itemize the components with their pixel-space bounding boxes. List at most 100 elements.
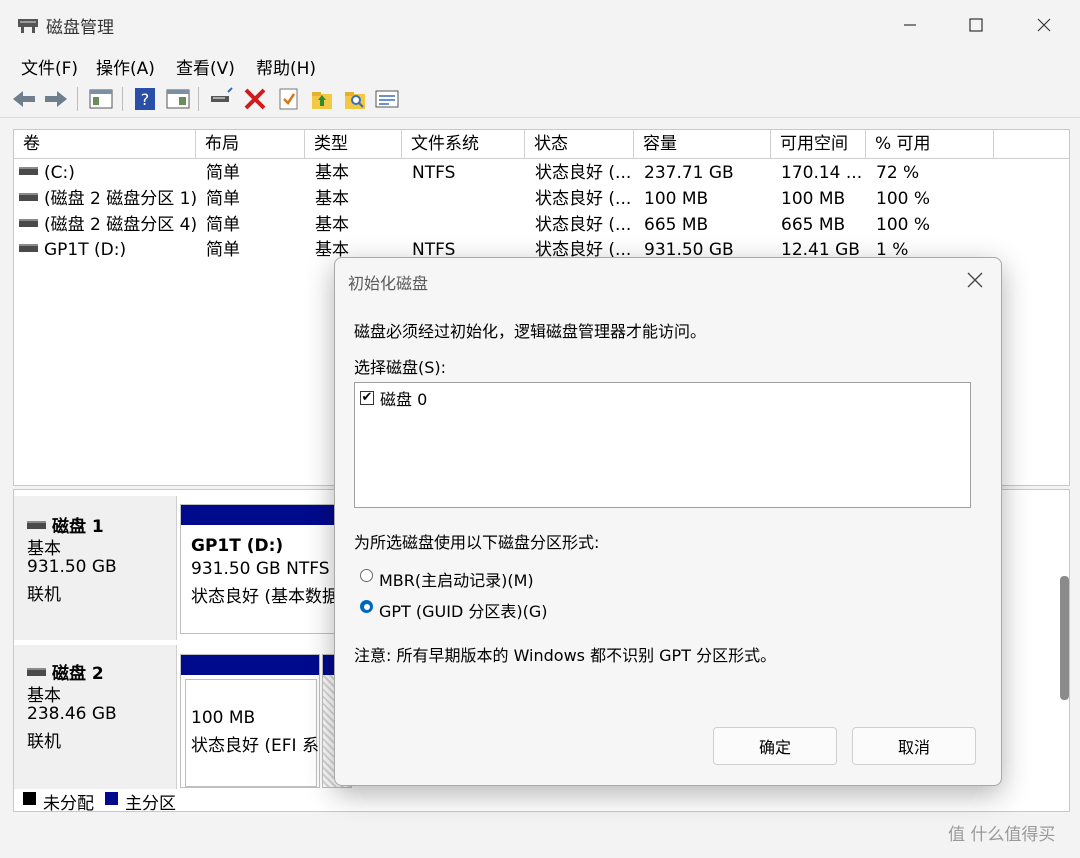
gpt-option-label: GPT (GUID 分区表)(G) — [379, 602, 548, 621]
list-item[interactable]: ✔ 磁盘 0 — [355, 383, 970, 411]
maximize-icon — [969, 18, 983, 32]
disk-size: 238.46 GB — [27, 704, 117, 724]
column-header-type[interactable]: 类型 — [305, 130, 402, 159]
column-header-volume[interactable]: 卷 — [14, 130, 196, 159]
disk-type: 基本 — [27, 686, 61, 706]
maximize-button[interactable] — [942, 0, 1010, 50]
gpt-radio[interactable] — [360, 600, 373, 613]
layout-cell: 简单 — [206, 240, 240, 260]
gpt-option[interactable]: GPT (GUID 分区表)(G) — [354, 595, 614, 621]
mbr-radio[interactable] — [360, 569, 373, 582]
toolbar-separator — [77, 87, 78, 111]
column-header-percent-free[interactable]: % 可用 — [866, 130, 994, 159]
title-bar: 磁盘管理 — [0, 0, 1080, 50]
unallocated-swatch — [23, 792, 36, 805]
cancel-button[interactable]: 取消 — [852, 727, 976, 765]
menu-file[interactable]: 文件(F) — [21, 54, 78, 79]
percent-free-cell: 72 % — [876, 163, 920, 183]
drive-icon — [19, 167, 38, 175]
initialize-disk-dialog: 初始化磁盘 磁盘必须经过初始化，逻辑磁盘管理器才能访问。 选择磁盘(S): ✔ … — [334, 257, 1002, 786]
legend-primary: 主分区 — [125, 794, 176, 814]
toolbar-separator — [198, 87, 199, 111]
filesystem-cell: NTFS — [412, 163, 456, 183]
close-button[interactable] — [1010, 0, 1078, 50]
layout-cell: 简单 — [206, 215, 240, 235]
column-header-status[interactable]: 状态 — [525, 130, 634, 159]
disk-status: 联机 — [27, 732, 61, 752]
partition-efi[interactable]: 100 MB 状态良好 (EFI 系 — [180, 654, 320, 788]
disk-item-label: 磁盘 0 — [380, 390, 428, 409]
column-header-empty — [994, 130, 1069, 159]
status-cell: 状态良好 (... — [535, 163, 632, 183]
volume-cell: (磁盘 2 磁盘分区 1) — [19, 186, 196, 212]
disk-checkbox[interactable]: ✔ — [360, 391, 374, 405]
type-cell: 基本 — [315, 163, 349, 183]
toolbar: ? — [0, 81, 1080, 118]
disk-management-icon — [18, 19, 38, 33]
column-header-free-space[interactable]: 可用空间 — [771, 130, 866, 159]
mbr-option[interactable]: MBR(主启动记录)(M) — [354, 564, 614, 590]
disk-2-info[interactable]: 磁盘 2 基本 238.46 GB 联机 — [14, 645, 177, 790]
dialog-note: 注意: 所有早期版本的 Windows 都不识别 GPT 分区形式。 — [354, 646, 777, 665]
drive-icon — [19, 219, 38, 227]
vertical-scrollbar[interactable] — [1058, 490, 1069, 790]
volume-cell: GP1T (D:) — [19, 237, 196, 263]
minimize-icon — [904, 24, 916, 26]
legend: 未分配 主分区 — [13, 789, 1070, 814]
radio-dot — [363, 603, 370, 610]
check-icon[interactable] — [276, 86, 302, 112]
free-space-cell: 100 MB — [781, 189, 846, 209]
list-view-icon[interactable] — [374, 86, 400, 112]
drive-icon — [19, 244, 38, 252]
connect-icon[interactable] — [208, 86, 234, 112]
menu-help[interactable]: 帮助(H) — [256, 54, 316, 79]
volume-cell: (磁盘 2 磁盘分区 4) — [19, 212, 196, 238]
window-title: 磁盘管理 — [46, 18, 114, 38]
search-folder-icon[interactable] — [342, 86, 368, 112]
close-icon[interactable] — [965, 270, 985, 290]
menu-view[interactable]: 查看(V) — [176, 54, 235, 79]
menu-bar: 文件(F) 操作(A) 查看(V) 帮助(H) — [0, 50, 1080, 80]
back-icon[interactable] — [11, 86, 37, 112]
free-space-cell: 665 MB — [781, 215, 846, 235]
delete-icon[interactable] — [242, 86, 268, 112]
free-space-cell: 170.14 ... — [781, 163, 863, 183]
column-header-capacity[interactable]: 容量 — [634, 130, 771, 159]
disk-status: 联机 — [27, 585, 61, 605]
ok-button[interactable]: 确定 — [713, 727, 837, 765]
show-hide-console-tree-icon[interactable] — [88, 86, 114, 112]
partition-title: GP1T (D:) — [191, 536, 284, 556]
legend-unallocated: 未分配 — [43, 794, 94, 814]
disk-select-list[interactable]: ✔ 磁盘 0 — [354, 382, 971, 508]
layout-cell: 简单 — [206, 189, 240, 209]
column-header-layout[interactable]: 布局 — [196, 130, 305, 159]
status-cell: 状态良好 (... — [535, 189, 632, 209]
watermark: 值 什么值得买 — [948, 825, 1056, 845]
forward-icon[interactable] — [43, 86, 69, 112]
disk-1-info[interactable]: 磁盘 1 基本 931.50 GB 联机 — [14, 496, 177, 640]
drive-icon — [27, 521, 46, 529]
type-cell: 基本 — [315, 215, 349, 235]
properties-icon[interactable] — [165, 86, 191, 112]
capacity-cell: 100 MB — [644, 189, 709, 209]
percent-free-cell: 100 % — [876, 215, 931, 235]
menu-action[interactable]: 操作(A) — [96, 54, 155, 79]
help-icon[interactable]: ? — [132, 86, 158, 112]
dialog-title: 初始化磁盘 — [348, 274, 429, 293]
partition-status: 状态良好 (EFI 系 — [191, 736, 319, 756]
svg-text:?: ? — [141, 90, 150, 109]
scrollbar-thumb[interactable] — [1060, 576, 1069, 700]
partition-status: 状态良好 (基本数据 — [191, 587, 340, 607]
layout-cell: 简单 — [206, 163, 240, 183]
partition-size: 100 MB — [191, 708, 256, 728]
mbr-option-label: MBR(主启动记录)(M) — [379, 571, 534, 590]
disk-management-window: 磁盘管理 文件(F) 操作(A) 查看(V) 帮助(H) ? 卷 布局 类型 文… — [0, 0, 1080, 858]
disk-size: 931.50 GB — [27, 557, 117, 577]
type-cell: 基本 — [315, 189, 349, 209]
primary-partition-swatch — [105, 792, 118, 805]
column-header-filesystem[interactable]: 文件系统 — [402, 130, 525, 159]
minimize-button[interactable] — [876, 0, 944, 50]
up-folder-icon[interactable] — [309, 86, 335, 112]
status-cell: 状态良好 (... — [535, 215, 632, 235]
disk-type: 基本 — [27, 539, 61, 559]
